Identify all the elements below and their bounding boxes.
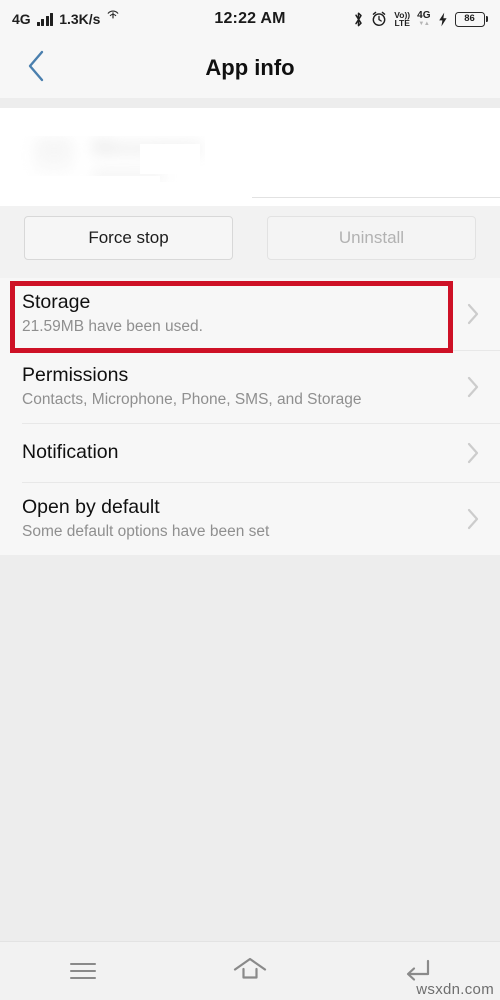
redaction-mask [0,108,210,136]
hotspot-icon [106,10,120,22]
app-icon [34,138,74,174]
system-navigation-bar: wsxdn.com [0,941,500,1000]
row-title: Storage [22,290,91,313]
status-bar-right: Vo)) LTE 4G ▼▲ 86 [353,11,488,28]
settings-row-storage[interactable]: Storage 21.59MB have been used. [0,278,500,350]
card-divider [252,197,500,198]
app-bar: App info [0,38,500,98]
battery-level-label: 86 [464,13,475,25]
data-arrows-label: ▼▲ [418,21,430,27]
redaction-mask [160,182,500,206]
chevron-right-icon [460,375,486,399]
lightning-bolt-icon [438,12,448,27]
back-arrow-icon [402,956,432,987]
chevron-right-icon [460,507,486,531]
app-header-card: Messages [0,108,500,206]
menu-hamburger-icon [70,962,97,980]
action-button-row: Force stop Uninstall [0,206,500,278]
uninstall-button[interactable]: Uninstall [267,216,476,260]
volte-bottom-label: LTE [394,18,410,28]
back-chevron-icon [25,49,47,88]
data-speed-label: 1.3K/s [59,11,101,27]
status-bar-left: 4G 1.3K/s [12,10,120,27]
signal-bars-icon [36,12,54,26]
redaction-mask [140,144,200,174]
row-subtitle: Some default options have been set [22,523,270,541]
page-title: App info [205,55,295,80]
row-title: Permissions [22,363,129,386]
row-text: Notification [22,440,454,465]
settings-row-open-by-default[interactable]: Open by default Some default options hav… [0,483,500,555]
chevron-right-icon [460,441,486,465]
settings-list: Storage 21.59MB have been used. Permissi… [0,278,500,555]
redaction-mask [205,108,500,168]
row-title: Notification [22,441,119,464]
status-bar: 4G 1.3K/s 12:22 AM Vo)) LTE 4G ▼▲ 86 [0,0,500,38]
row-text: Permissions Contacts, Microphone, Phone,… [22,363,454,411]
chevron-right-icon [460,302,486,326]
battery-icon: 86 [454,11,488,27]
row-text: Open by default Some default options hav… [22,495,454,543]
empty-area [0,555,500,941]
settings-row-permissions[interactable]: Permissions Contacts, Microphone, Phone,… [0,351,500,423]
row-title: Open by default [22,495,160,518]
nav-home-button[interactable] [167,942,334,1000]
network-type-label: 4G [12,11,31,27]
volte-icon: Vo)) LTE [394,11,410,28]
home-icon [233,956,267,987]
row-subtitle: Contacts, Microphone, Phone, SMS, and St… [22,391,362,409]
data-network-label: 4G [417,10,431,21]
nav-menu-button[interactable] [0,942,167,1000]
nav-back-button[interactable] [333,942,500,1000]
row-subtitle: 21.59MB have been used. [22,318,203,336]
redaction-mask [0,176,160,206]
settings-row-notification[interactable]: Notification [0,424,500,482]
bluetooth-icon [353,11,364,28]
alarm-clock-icon [371,11,387,27]
row-text: Storage 21.59MB have been used. [22,290,454,338]
force-stop-button[interactable]: Force stop [24,216,233,260]
back-button[interactable] [8,40,64,96]
data-network-icon: 4G ▼▲ [417,10,431,28]
phone-screen: 4G 1.3K/s 12:22 AM Vo)) LTE 4G ▼▲ 86 App… [0,0,500,1000]
